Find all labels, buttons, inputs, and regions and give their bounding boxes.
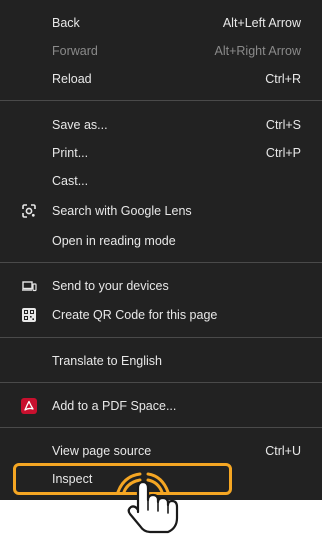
- menu-item-shortcut: Alt+Right Arrow: [214, 44, 302, 58]
- menu-item-label: View page source: [52, 444, 152, 458]
- menu-item-label: Add to a PDF Space...: [52, 399, 177, 413]
- menu-separator: [0, 262, 322, 263]
- menu-item-view-source[interactable]: View page source Ctrl+U: [0, 437, 322, 465]
- adobe-acrobat-icon: [21, 398, 37, 414]
- menu-item-label: Search with Google Lens: [52, 204, 192, 218]
- menu-separator: [0, 337, 322, 338]
- menu-item-save-as[interactable]: Save as... Ctrl+S: [0, 111, 322, 139]
- menu-item-label: Reload: [52, 72, 92, 86]
- menu-item-shortcut: Ctrl+R: [265, 72, 301, 86]
- menu-item-reading-mode[interactable]: Open in reading mode: [0, 227, 322, 255]
- menu-item-label: Cast...: [52, 174, 89, 188]
- qr-code-icon: [21, 307, 37, 323]
- menu-item-shortcut: Ctrl+U: [265, 444, 301, 458]
- menu-item-label: Back: [52, 16, 80, 30]
- menu-item-cast[interactable]: Cast...: [0, 167, 322, 195]
- google-lens-icon: [21, 203, 37, 219]
- menu-item-label: Open in reading mode: [52, 234, 176, 248]
- menu-item-forward: Forward Alt+Right Arrow: [0, 37, 322, 65]
- menu-item-shortcut: Ctrl+S: [265, 118, 301, 132]
- menu-item-label: Print...: [52, 146, 89, 160]
- menu-item-label: Forward: [52, 44, 98, 58]
- menu-item-label: Send to your devices: [52, 279, 169, 293]
- menu-separator: [0, 382, 322, 383]
- menu-item-label: Save as...: [52, 118, 108, 132]
- menu-item-print[interactable]: Print... Ctrl+P: [0, 139, 322, 167]
- menu-item-reload[interactable]: Reload Ctrl+R: [0, 65, 322, 93]
- menu-item-back[interactable]: Back Alt+Left Arrow: [0, 9, 322, 37]
- menu-item-translate[interactable]: Translate to English: [0, 347, 322, 375]
- context-menu: Back Alt+Left Arrow Forward Alt+Right Ar…: [0, 0, 322, 500]
- menu-item-label: Create QR Code for this page: [52, 308, 218, 322]
- menu-item-google-lens[interactable]: Search with Google Lens: [0, 197, 322, 225]
- menu-item-pdf-space[interactable]: Add to a PDF Space...: [0, 392, 322, 420]
- pointing-hand-cursor-icon: [116, 472, 179, 534]
- menu-separator: [0, 427, 322, 428]
- menu-item-qr-code[interactable]: Create QR Code for this page: [0, 301, 322, 329]
- menu-item-label: Translate to English: [52, 354, 163, 368]
- menu-item-send-to-devices[interactable]: Send to your devices: [0, 272, 322, 300]
- devices-icon: [21, 278, 37, 294]
- menu-item-shortcut: Ctrl+P: [265, 146, 301, 160]
- menu-separator: [0, 100, 322, 101]
- menu-item-shortcut: Alt+Left Arrow: [222, 16, 301, 30]
